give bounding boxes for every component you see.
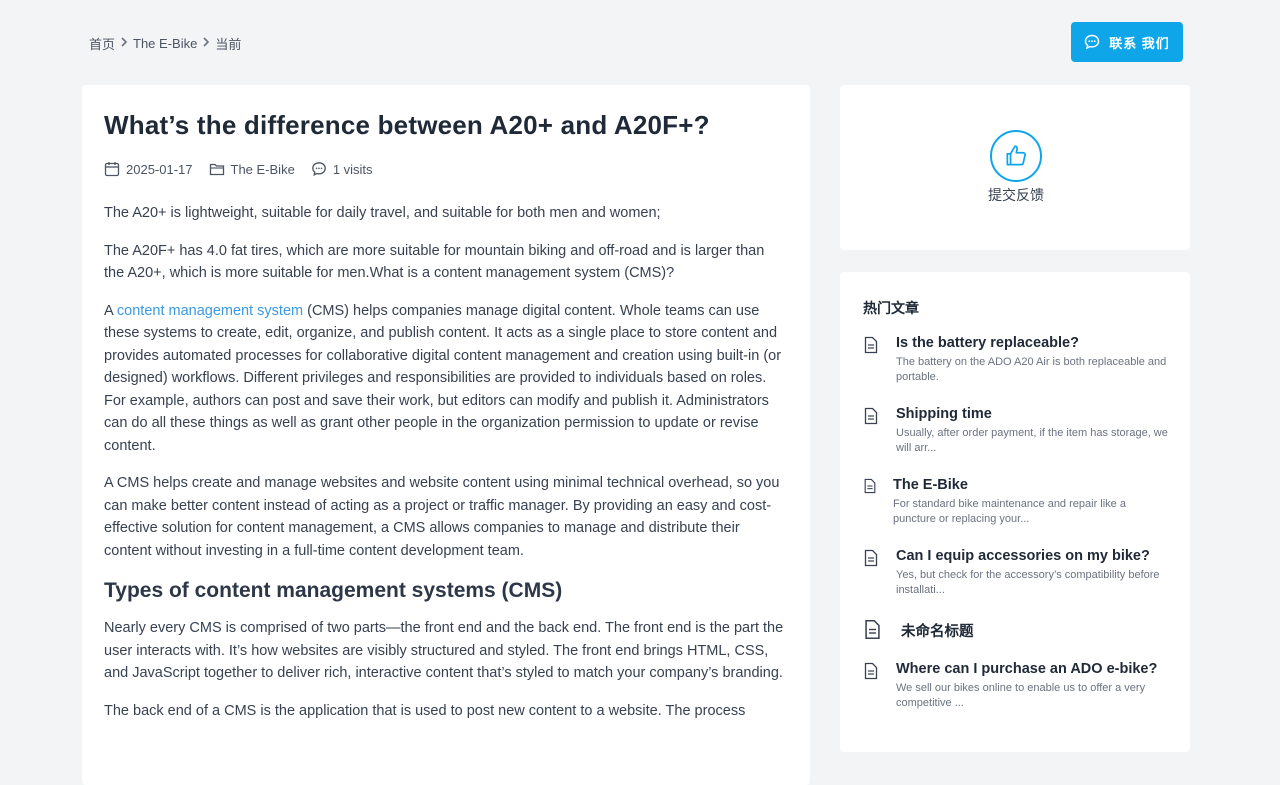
hot-article-title: Can I equip accessories on my bike?: [896, 548, 1150, 564]
paragraph: A CMS helps create and manage websites a…: [104, 475, 780, 559]
hot-article-desc: Yes, but check for the accessory’s compa…: [896, 569, 1160, 596]
breadcrumb-current: 当前: [215, 37, 242, 52]
thumbs-up-icon: [1006, 145, 1026, 166]
paragraph: The back end of a CMS is the application…: [104, 702, 746, 719]
document-icon: [863, 619, 882, 645]
hot-article-title: Shipping time: [896, 406, 992, 422]
document-icon: [863, 336, 879, 359]
hot-article-desc: The battery on the ADO A20 Air is both r…: [896, 356, 1167, 383]
paragraph-text: A: [104, 302, 117, 319]
meta-date-text: 2025-01-17: [126, 161, 193, 177]
contact-us-button[interactable]: 联系 我们: [1071, 22, 1183, 62]
article-card: What’s the difference between A20+ and A…: [82, 85, 810, 785]
paragraph: A content management system (CMS) helps …: [104, 300, 788, 458]
document-icon: [863, 478, 877, 499]
article-title: What’s the difference between A20+ and A…: [104, 110, 710, 140]
hot-article-item[interactable]: 未命名标题: [863, 619, 1173, 643]
hot-article-item[interactable]: Shipping time Usually, after order payme…: [863, 406, 1173, 456]
cms-link[interactable]: content management system: [117, 303, 303, 319]
hot-article-desc: Usually, after order payment, if the ite…: [896, 427, 1168, 454]
paragraph: Nearly every CMS is comprised of two par…: [104, 620, 784, 681]
feedback-label[interactable]: 提交反馈: [966, 185, 1066, 205]
hot-article-desc: We sell our bikes online to enable us to…: [896, 682, 1146, 709]
hot-article-title: The E-Bike: [893, 477, 968, 493]
document-icon: [863, 662, 879, 685]
hot-article-desc: For standard bike maintenance and repair…: [893, 498, 1126, 525]
hot-article-item[interactable]: Can I equip accessories on my bike? Yes,…: [863, 548, 1173, 598]
breadcrumb-category[interactable]: The E-Bike: [133, 36, 197, 51]
paragraph-text: (CMS) helps companies manage digital con…: [104, 302, 782, 454]
meta-date: 2025-01-17: [104, 161, 193, 177]
hot-article-title: Where can I purchase an ADO e-bike?: [896, 661, 1158, 677]
meta-category[interactable]: The E-Bike: [209, 161, 295, 177]
feedback-button[interactable]: [990, 130, 1042, 182]
breadcrumb-home[interactable]: 首页: [89, 34, 115, 53]
hot-articles-title: 热门文章: [863, 300, 919, 316]
hot-article-item[interactable]: Where can I purchase an ADO e-bike? We s…: [863, 661, 1173, 711]
document-icon: [863, 407, 879, 430]
article-meta: 2025-01-17 The E-Bike 1 visits: [104, 161, 788, 177]
top-bar: 首页 The E-Bike 当前 联系 我们: [0, 0, 1280, 84]
hot-article-item[interactable]: The E-Bike For standard bike maintenance…: [863, 477, 1173, 527]
meta-visits: 1 visits: [311, 161, 373, 177]
calendar-icon: [104, 162, 120, 177]
hot-article-title: Is the battery replaceable?: [896, 335, 1079, 351]
section-heading: Types of content management systems (CMS…: [104, 579, 563, 602]
paragraph: The A20+ is lightweight, suitable for da…: [104, 205, 661, 221]
chevron-right-icon: [120, 37, 128, 50]
meta-visits-text: 1 visits: [332, 161, 373, 177]
meta-category-text: The E-Bike: [230, 161, 295, 177]
folder-icon: [209, 163, 224, 176]
paragraph: The A20F+ has 4.0 fat tires, which are m…: [104, 242, 765, 282]
article-content: The A20+ is lightweight, suitable for da…: [104, 202, 788, 722]
chat-bubble-icon: [1084, 34, 1100, 50]
document-icon: [863, 549, 879, 572]
chevron-right-icon: [202, 37, 210, 50]
contact-us-label: 联系 我们: [1109, 35, 1170, 51]
hot-article-item[interactable]: Is the battery replaceable? The battery …: [863, 335, 1173, 385]
hot-article-title: 未命名标题: [901, 624, 974, 640]
breadcrumb: 首页 The E-Bike 当前: [89, 34, 241, 53]
comment-icon: [311, 162, 326, 176]
